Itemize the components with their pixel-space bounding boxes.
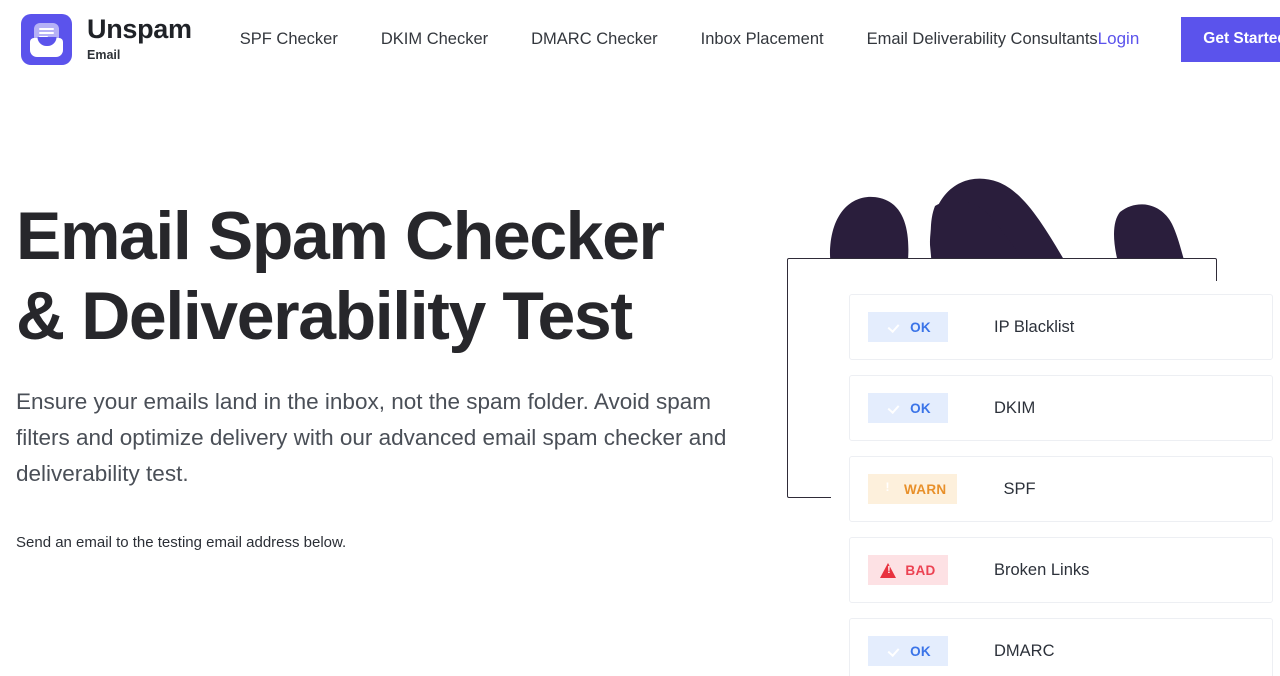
result-row-broken-links[interactable]: BAD Broken Links [849, 537, 1273, 603]
page-title: Email Spam Checker & Deliverability Test [16, 198, 665, 354]
check-circle-icon [885, 319, 902, 336]
status-badge-warn: WARN [868, 474, 958, 504]
status-label: BAD [905, 562, 936, 578]
hero-illustration: OK IP Blacklist OK DKIM WARN SPF BAD Bro… [760, 150, 1280, 676]
result-row-label: SPF [1003, 479, 1036, 498]
header-actions: Login Get Started [1098, 0, 1280, 78]
nav-item-dmarc-checker[interactable]: DMARC Checker [531, 30, 658, 49]
exclamation-circle-icon [879, 481, 896, 498]
result-row-label: DKIM [994, 398, 1036, 417]
status-badge-ok: OK [868, 312, 948, 342]
get-started-button[interactable]: Get Started [1181, 16, 1280, 62]
warning-triangle-icon [880, 562, 897, 579]
nav-item-dkim-checker[interactable]: DKIM Checker [381, 30, 488, 49]
status-label: WARN [904, 481, 947, 497]
result-row-label: DMARC [994, 641, 1055, 660]
result-row-label: IP Blacklist [994, 317, 1075, 336]
brand-logo-link[interactable]: Unspam Email [21, 13, 192, 65]
result-row-ip-blacklist[interactable]: OK IP Blacklist [849, 294, 1273, 360]
result-row-label: Broken Links [994, 560, 1090, 579]
result-row-dmarc[interactable]: OK DMARC [849, 618, 1273, 676]
check-circle-icon [885, 400, 902, 417]
hero-subtitle: Ensure your emails land in the inbox, no… [16, 389, 727, 486]
inbox-message-icon [21, 13, 72, 65]
brand-name: Unspam [87, 14, 192, 45]
hero-content: Email Spam Checker & Deliverability Test… [16, 196, 776, 551]
status-badge-ok: OK [868, 393, 948, 423]
result-row-dkim[interactable]: OK DKIM [849, 375, 1273, 441]
hero-note: Send an email to the testing email addre… [16, 534, 347, 551]
result-row-spf[interactable]: WARN SPF [849, 456, 1273, 522]
status-badge-ok: OK [868, 636, 948, 666]
check-circle-icon [885, 643, 902, 660]
status-label: OK [910, 643, 931, 659]
inbox-tray-shape [30, 37, 63, 57]
brand-subtitle: Email [87, 48, 121, 63]
nav-item-inbox-placement[interactable]: Inbox Placement [701, 30, 824, 49]
status-label: OK [910, 400, 931, 416]
status-badge-bad: BAD [868, 555, 948, 585]
deliverability-results-card: OK IP Blacklist OK DKIM WARN SPF BAD Bro… [831, 281, 1280, 676]
status-label: OK [910, 319, 931, 335]
site-header: Unspam Email SPF Checker DKIM Checker DM… [0, 0, 1280, 78]
main-navigation: SPF Checker DKIM Checker DMARC Checker I… [240, 30, 1098, 49]
nav-item-spf-checker[interactable]: SPF Checker [240, 30, 338, 49]
nav-item-email-deliverability-consultants[interactable]: Email Deliverability Consultants [867, 30, 1098, 49]
login-link[interactable]: Login [1098, 29, 1140, 49]
